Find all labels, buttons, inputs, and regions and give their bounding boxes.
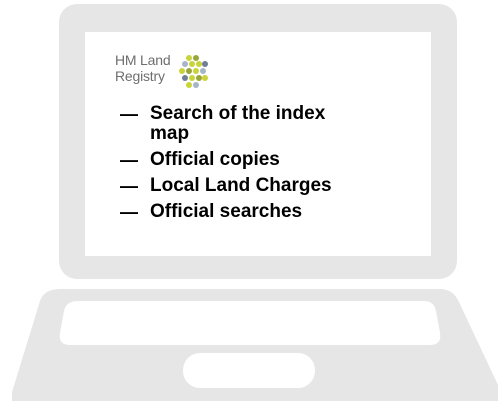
service-label: Search of the index map	[150, 103, 326, 144]
service-label: Official searches	[150, 201, 303, 222]
list-item: — Official searches	[120, 201, 340, 223]
service-list: — Search of the index map — Official cop…	[120, 104, 340, 228]
dash-bullet: —	[120, 150, 138, 170]
dash-bullet: —	[120, 104, 138, 124]
list-item: — Local Land Charges	[120, 175, 340, 197]
list-item: — Search of the index map	[120, 104, 340, 144]
service-label: Official copies	[150, 149, 280, 170]
dash-bullet: —	[120, 202, 138, 222]
brand-line-1: HM Land	[115, 52, 171, 68]
hm-land-registry-brand: HM Land Registry	[115, 52, 210, 90]
brand-line-2: Registry	[115, 68, 165, 84]
laptop-illustration: HM Land Registry — Search of the index m…	[0, 0, 498, 401]
service-label: Local Land Charges	[150, 175, 332, 196]
list-item: — Official copies	[120, 149, 340, 171]
brand-name: HM Land Registry	[115, 52, 171, 84]
dash-bullet: —	[120, 176, 138, 196]
hm-land-registry-logo-icon	[179, 55, 209, 88]
laptop-screen: HM Land Registry — Search of the index m…	[85, 32, 431, 256]
